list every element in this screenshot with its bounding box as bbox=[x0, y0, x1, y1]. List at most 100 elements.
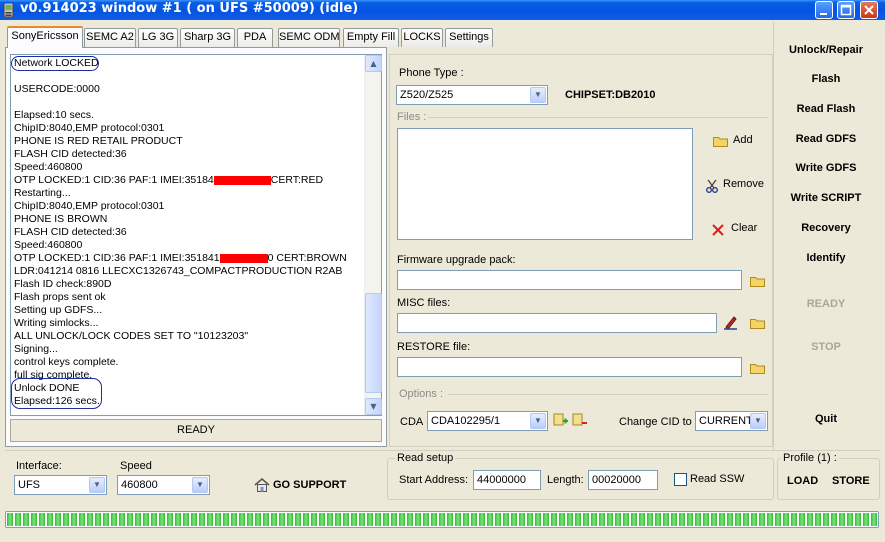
stop-button[interactable]: STOP bbox=[776, 335, 876, 359]
log-line-text: ChipID:8040,EMP protocol:0301 bbox=[14, 122, 165, 134]
log-line-text: Speed:460800 bbox=[14, 161, 83, 173]
log-line-text: Signing... bbox=[14, 343, 58, 355]
scissors-icon bbox=[706, 179, 718, 193]
recovery-button[interactable]: Recovery bbox=[776, 216, 876, 240]
chevron-down-icon[interactable]: ▼ bbox=[89, 477, 105, 493]
profile-store-button[interactable]: STORE bbox=[832, 475, 870, 487]
log-line-text: OTP LOCKED:1 CID:36 PAF:1 IMEI:351841 bbox=[14, 252, 220, 264]
log-line: Speed:460800 bbox=[14, 239, 364, 252]
unlock-repair-button[interactable]: Unlock/Repair bbox=[776, 38, 876, 62]
log-line: Writing simlocks... bbox=[14, 317, 364, 330]
write-script-button[interactable]: Write SCRIPT bbox=[776, 186, 876, 210]
clear-files-button[interactable]: Clear bbox=[711, 222, 771, 238]
profile-load-button[interactable]: LOAD bbox=[787, 475, 818, 487]
log-line-text: Flash ID check:890D bbox=[14, 278, 112, 290]
flash-button[interactable]: Flash bbox=[776, 67, 876, 91]
phone-type-select[interactable]: Z520/Z525 ▼ bbox=[396, 85, 548, 105]
length-input[interactable]: 00020000 bbox=[588, 470, 658, 490]
scroll-thumb[interactable] bbox=[365, 293, 382, 393]
edit-pen-icon[interactable] bbox=[723, 314, 739, 330]
remove-file-button[interactable]: Remove bbox=[705, 178, 775, 194]
misc-input[interactable] bbox=[397, 313, 717, 333]
speed-select[interactable]: 460800 ▼ bbox=[117, 475, 210, 495]
interface-select[interactable]: UFS ▼ bbox=[14, 475, 107, 495]
restore-input[interactable] bbox=[397, 357, 742, 377]
read-gdfs-button[interactable]: Read GDFS bbox=[776, 127, 876, 151]
firmware-input[interactable] bbox=[397, 270, 742, 290]
identify-button[interactable]: Identify bbox=[776, 246, 876, 270]
files-label: Files : bbox=[397, 111, 427, 123]
start-address-input[interactable]: 44000000 bbox=[473, 470, 541, 490]
chevron-down-icon[interactable]: ▼ bbox=[530, 413, 546, 429]
files-divider bbox=[428, 117, 768, 118]
tab-sonyericsson[interactable]: SonyEricsson bbox=[7, 26, 83, 48]
title-bar[interactable]: v0.914023 window #1 ( on UFS #50009) (id… bbox=[0, 0, 885, 20]
home-icon bbox=[254, 478, 270, 492]
log-line: ALL UNLOCK/LOCK CODES SET TO "10123203" bbox=[14, 330, 364, 343]
options-divider bbox=[448, 394, 768, 395]
tab-lg-3g[interactable]: LG 3G bbox=[138, 28, 178, 47]
chevron-down-icon[interactable]: ▼ bbox=[530, 87, 546, 103]
log-line: FLASH CID detected:36 bbox=[14, 226, 364, 239]
log-line: LDR:041214 0816 LLECXC1326743_COMPACTPRO… bbox=[14, 265, 364, 278]
quit-button[interactable]: Quit bbox=[776, 407, 876, 431]
app-icon bbox=[3, 3, 14, 17]
minimize-button[interactable] bbox=[815, 1, 833, 19]
files-list[interactable] bbox=[397, 128, 693, 240]
chevron-down-icon[interactable]: ▼ bbox=[192, 477, 208, 493]
interface-value: UFS bbox=[18, 479, 40, 491]
log-line-text: Restarting... bbox=[14, 187, 71, 199]
add-cda-icon[interactable] bbox=[553, 412, 569, 428]
write-gdfs-button[interactable]: Write GDFS bbox=[776, 156, 876, 180]
log-line: PHONE IS RED RETAIL PRODUCT bbox=[14, 135, 364, 148]
log-line-text: FLASH CID detected:36 bbox=[14, 148, 127, 160]
chevron-down-icon[interactable]: ▼ bbox=[750, 413, 766, 429]
tab-empty-fill[interactable]: Empty Fill bbox=[343, 28, 399, 47]
go-support-button[interactable]: GO SUPPORT bbox=[254, 477, 354, 495]
ready-indicator: READY bbox=[806, 298, 846, 310]
progress-bar bbox=[5, 511, 879, 528]
add-file-button[interactable]: Add bbox=[713, 134, 773, 150]
log-line: Flash ID check:890D bbox=[14, 278, 364, 291]
folder-icon bbox=[713, 137, 728, 147]
log-line-text: ALL UNLOCK/LOCK CODES SET TO "10123203" bbox=[14, 330, 249, 342]
add-label: Add bbox=[733, 134, 753, 146]
imei-redaction bbox=[213, 175, 271, 185]
tab-semc-odm[interactable]: SEMC ODM bbox=[278, 28, 340, 47]
log-line-text: Setting up GDFS... bbox=[14, 304, 103, 316]
interface-label: Interface: bbox=[16, 460, 62, 472]
change-cid-label: Change CID to bbox=[619, 416, 692, 428]
maximize-button[interactable] bbox=[837, 1, 855, 19]
firmware-browse-folder-icon[interactable] bbox=[750, 276, 765, 287]
clear-x-icon bbox=[712, 224, 724, 236]
read-ssw-checkbox[interactable] bbox=[674, 473, 687, 486]
tab-pda[interactable]: PDA bbox=[237, 28, 273, 47]
log-line: Setting up GDFS... bbox=[14, 304, 364, 317]
scroll-up-button[interactable]: ▲ bbox=[365, 55, 382, 72]
log-output[interactable]: Network LOCKED USERCODE:0000 Elapsed:10 … bbox=[10, 54, 382, 416]
misc-browse-folder-icon[interactable] bbox=[750, 318, 765, 329]
log-line: Elapsed:10 secs. bbox=[14, 109, 364, 122]
log-cert-brown: 0 CERT:BROWN bbox=[267, 252, 347, 264]
close-button[interactable] bbox=[860, 1, 878, 19]
tab-semc-a2[interactable]: SEMC A2 bbox=[84, 28, 136, 47]
scroll-down-button[interactable]: ▼ bbox=[365, 398, 382, 415]
tab-settings[interactable]: Settings bbox=[445, 28, 493, 47]
start-address-label: Start Address: bbox=[399, 474, 469, 486]
change-cid-select[interactable]: CURRENT ▼ bbox=[695, 411, 768, 431]
remove-cda-icon[interactable] bbox=[572, 412, 588, 428]
tab-locks[interactable]: LOCKS bbox=[401, 28, 443, 47]
log-line-text: PHONE IS RED RETAIL PRODUCT bbox=[14, 135, 183, 147]
restore-browse-folder-icon[interactable] bbox=[750, 363, 765, 374]
cda-select[interactable]: CDA102295/1 ▼ bbox=[427, 411, 548, 431]
cda-label: CDA bbox=[400, 416, 424, 428]
log-scrollbar[interactable]: ▲ ▼ bbox=[364, 55, 382, 415]
tab-sharp-3g[interactable]: Sharp 3G bbox=[180, 28, 235, 47]
remove-label: Remove bbox=[723, 178, 764, 190]
read-flash-button[interactable]: Read Flash bbox=[776, 97, 876, 121]
read-ssw-label: Read SSW bbox=[690, 473, 745, 485]
log-line: control keys complete. bbox=[14, 356, 364, 369]
log-lines: Network LOCKED USERCODE:0000 Elapsed:10 … bbox=[14, 57, 364, 408]
log-line-text: Writing simlocks... bbox=[14, 317, 99, 329]
